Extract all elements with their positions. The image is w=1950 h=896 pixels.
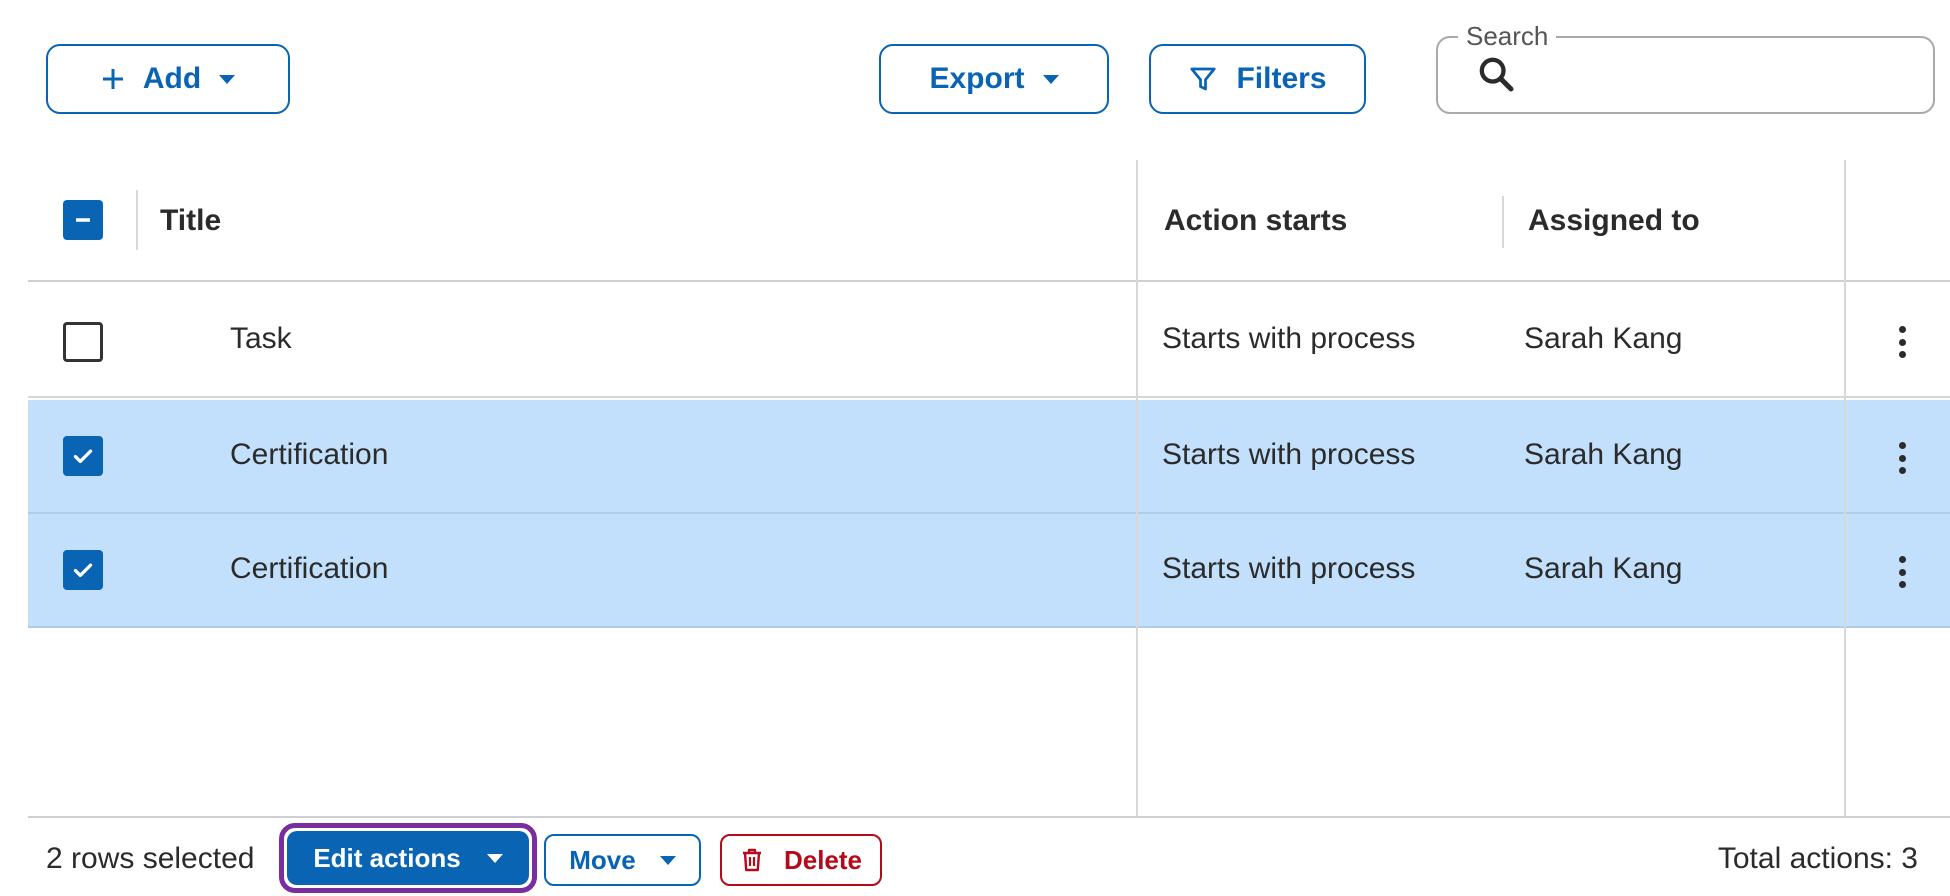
more-options-icon[interactable] [1890,438,1914,478]
actions-table: Title Action starts Assigned to Task Sta… [28,160,1950,816]
row-title: Certification [230,438,389,471]
search-icon [1479,57,1514,92]
row-checkbox[interactable] [63,322,103,362]
edit-actions-button[interactable]: Edit actions [287,831,529,885]
row-action-starts: Starts with process [1162,438,1416,471]
total-actions: Total actions: 3 [1717,842,1918,875]
filters-button-label: Filters [1236,62,1327,95]
table-row[interactable]: Certification Starts with process Sarah … [28,514,1950,628]
column-divider [1136,160,1138,816]
table-row[interactable]: Task Starts with process Sarah Kang [28,284,1950,398]
column-divider [1844,160,1846,816]
minus-icon [76,218,90,222]
footer-divider [28,816,1950,818]
add-button-label: Add [142,62,202,95]
checkmark-icon [73,563,93,578]
checkmark-icon [73,449,93,464]
add-button[interactable]: Add [46,44,290,114]
edit-actions-label: Edit actions [313,842,461,873]
more-options-icon[interactable] [1890,552,1914,592]
export-button-label: Export [929,62,1025,95]
row-action-starts: Starts with process [1162,322,1416,355]
export-button[interactable]: Export [879,44,1109,114]
chevron-down-icon [1042,74,1059,84]
search-field[interactable]: Search [1436,21,1935,114]
row-assigned-to: Sarah Kang [1524,552,1683,585]
more-options-icon[interactable] [1890,322,1914,362]
delete-button[interactable]: Delete [720,834,882,886]
column-header-title[interactable]: Title [160,204,221,238]
column-divider [136,190,138,250]
column-divider [1502,196,1504,248]
filter-icon [1190,67,1217,91]
move-label: Move [569,844,636,875]
column-header-assigned-to[interactable]: Assigned to [1528,204,1700,238]
table-row[interactable]: Certification Starts with process Sarah … [28,400,1950,514]
move-button[interactable]: Move [544,834,701,886]
row-checkbox[interactable] [63,436,103,476]
chevron-down-icon [659,855,676,865]
row-title: Certification [230,552,389,585]
chevron-down-icon [486,853,503,863]
filters-button[interactable]: Filters [1149,44,1366,114]
row-title: Task [230,322,292,355]
chevron-down-icon [219,74,236,84]
search-input[interactable] [1528,50,1918,100]
row-assigned-to: Sarah Kang [1524,322,1683,355]
search-label: Search [1458,21,1557,52]
row-assigned-to: Sarah Kang [1524,438,1683,471]
table-header: Title Action starts Assigned to [28,160,1950,282]
column-header-action-starts[interactable]: Action starts [1164,204,1347,238]
row-checkbox[interactable] [63,550,103,590]
delete-label: Delete [783,844,863,875]
select-all-checkbox[interactable] [63,200,103,240]
row-action-starts: Starts with process [1162,552,1416,585]
trash-icon [742,848,761,872]
selection-count: 2 rows selected [46,842,255,875]
plus-icon [102,69,123,89]
